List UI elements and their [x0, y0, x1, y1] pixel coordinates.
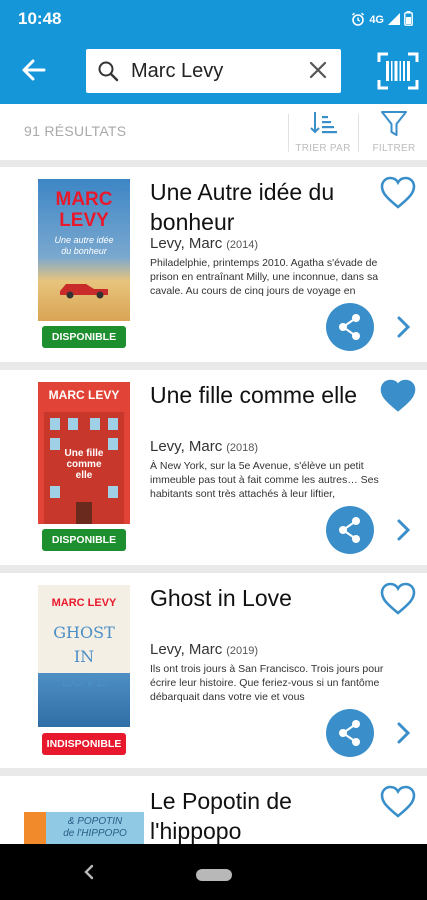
system-nav-bar	[0, 844, 427, 900]
share-button[interactable]	[326, 506, 374, 554]
book-detail-button[interactable]	[394, 719, 414, 747]
nav-home-button[interactable]	[196, 869, 232, 881]
chevron-left-icon	[84, 864, 94, 880]
sort-icon	[310, 112, 337, 134]
network-type: 4G	[369, 14, 384, 26]
heart-outline-icon	[380, 785, 416, 818]
results-bar: 91 RÉSULTATS TRIER PAR FILTRER	[0, 104, 427, 160]
share-button[interactable]	[326, 303, 374, 351]
book-cover: MARC LEVY Une fille comme elle	[38, 382, 130, 524]
car-illustration	[60, 284, 108, 299]
sort-label: TRIER PAR	[295, 143, 351, 154]
divider	[288, 114, 289, 152]
search-icon	[96, 59, 120, 88]
divider	[358, 114, 359, 152]
chevron-right-icon	[397, 722, 411, 744]
author-name: Levy, Marc	[150, 641, 223, 658]
favorite-button[interactable]	[378, 175, 418, 211]
book-title[interactable]: Une fille comme elle	[150, 380, 372, 410]
results-count: 91 RÉSULTATS	[24, 123, 127, 139]
filter-button[interactable]: FILTRER	[361, 108, 427, 158]
cover-author: MARC LEVY	[48, 388, 120, 402]
cover-author: MARC LEVY	[51, 597, 117, 609]
heart-outline-icon	[380, 582, 416, 615]
book-year: (2019)	[226, 645, 259, 657]
book-card[interactable]: MARC LEVY Une autre idée du bonheur Une …	[0, 167, 427, 362]
alarm-icon	[351, 12, 365, 29]
search-input[interactable]: Marc Levy	[131, 60, 223, 83]
close-icon	[309, 61, 327, 79]
heart-filled-icon	[380, 379, 416, 412]
arrow-back-icon	[22, 59, 46, 81]
sort-button[interactable]: TRIER PAR	[290, 108, 356, 158]
chevron-right-icon	[397, 519, 411, 541]
favorite-button[interactable]	[378, 784, 418, 820]
favorite-button[interactable]	[378, 581, 418, 617]
share-icon	[339, 314, 360, 340]
author-name: Levy, Marc	[150, 438, 223, 455]
book-cover: MARC LEVY GHOST IN LOVE	[38, 585, 130, 727]
author-name: Levy, Marc	[150, 235, 223, 252]
cover-title: GHOST IN LOVE	[53, 623, 115, 690]
book-card[interactable]: MARC LEVY GHOST IN LOVE Ghost in Love Le…	[0, 573, 427, 768]
filter-label: FILTRER	[372, 143, 416, 154]
share-icon	[339, 720, 360, 746]
book-title[interactable]: Une Autre idée du bonheur	[150, 177, 372, 237]
battery-icon	[404, 11, 413, 29]
cover-title: Une autre idée du bonheur	[54, 235, 114, 256]
status-bar: 10:48 4G	[0, 0, 427, 38]
clear-search-button[interactable]	[307, 59, 329, 86]
app-bar: Marc Levy	[0, 38, 427, 104]
book-cover: & POPOTIN de l'HIPPOPO	[24, 812, 144, 844]
cover-title: Une fille comme elle	[64, 448, 104, 481]
filter-icon	[381, 111, 407, 136]
book-author: Levy, Marc (2018)	[150, 438, 258, 455]
cover-title: & POPOTIN de l'HIPPOPO	[46, 812, 144, 844]
book-title[interactable]: Ghost in Love	[150, 583, 372, 613]
book-cover: MARC LEVY Une autre idée du bonheur	[38, 179, 130, 321]
book-author: Levy, Marc (2014)	[150, 235, 258, 252]
barcode-scan-button[interactable]	[376, 50, 420, 92]
back-button[interactable]	[14, 52, 54, 88]
book-year: (2018)	[226, 442, 259, 454]
share-icon	[339, 517, 360, 543]
status-time: 10:48	[18, 9, 62, 28]
book-card[interactable]: MARC LEVY Une fille comme elle Une fille…	[0, 370, 427, 565]
book-summary: À New York, sur la 5e Avenue, s'élève un…	[150, 460, 379, 500]
book-detail-button[interactable]	[394, 516, 414, 544]
signal-icon	[388, 12, 400, 28]
book-author: Levy, Marc (2019)	[150, 641, 258, 658]
availability-badge: DISPONIBLE	[42, 529, 126, 551]
book-card[interactable]: & POPOTIN de l'HIPPOPO Le Popotin de l'h…	[0, 776, 427, 844]
favorite-button[interactable]	[378, 378, 418, 414]
chevron-right-icon	[397, 316, 411, 338]
book-summary: Ils ont trois jours à San Francisco. Tro…	[150, 663, 384, 703]
availability-badge: DISPONIBLE	[42, 326, 126, 348]
status-icons: 4G	[351, 11, 413, 29]
book-year: (2014)	[226, 239, 259, 251]
nav-back-button[interactable]	[82, 862, 96, 887]
heart-outline-icon	[380, 176, 416, 209]
cover-author: MARC LEVY	[55, 189, 113, 231]
search-field[interactable]: Marc Levy	[86, 49, 341, 93]
share-button[interactable]	[326, 709, 374, 757]
book-detail-button[interactable]	[394, 313, 414, 341]
book-summary: Philadelphie, printemps 2010. Agatha s'é…	[150, 257, 379, 297]
availability-badge: INDISPONIBLE	[42, 733, 126, 755]
book-title[interactable]: Le Popotin de l'hippopo	[150, 786, 372, 844]
barcode-scanner-icon	[377, 52, 419, 90]
